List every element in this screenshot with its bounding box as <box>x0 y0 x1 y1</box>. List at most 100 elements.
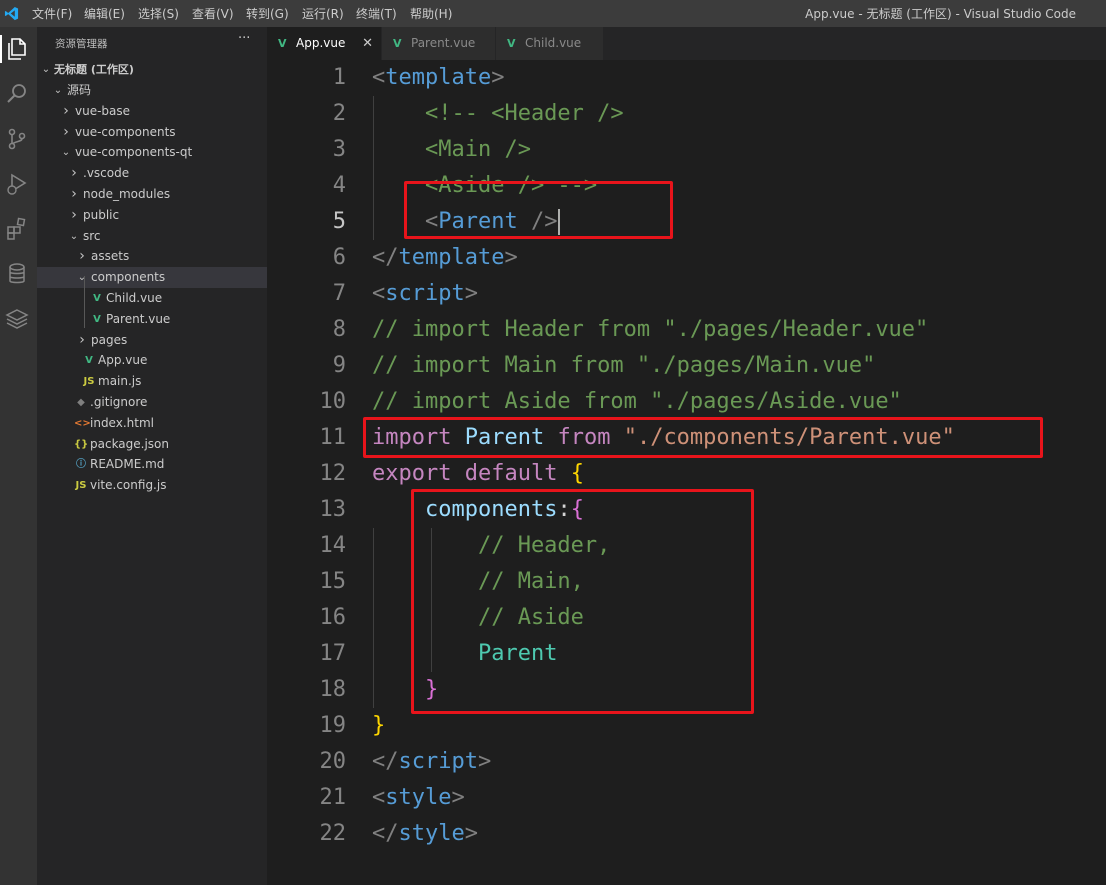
code-token: > <box>464 281 478 306</box>
code-token: < <box>372 281 386 306</box>
database-icon[interactable] <box>3 260 31 288</box>
line-number: 4 <box>332 173 346 198</box>
line-number: 17 <box>319 641 347 666</box>
chevron-right-icon: › <box>63 123 69 140</box>
line-number: 18 <box>319 677 347 702</box>
code-line[interactable]: <style> <box>372 780 465 816</box>
menu-file[interactable]: 文件(F) <box>32 5 72 22</box>
close-icon[interactable]: ✕ <box>362 27 373 60</box>
tab-app-vue[interactable]: V App.vue ✕ <box>267 27 382 60</box>
tab-parent-vue[interactable]: V Parent.vue <box>382 27 496 60</box>
tree-item[interactable]: ⌄ components <box>37 267 267 289</box>
chevron-right-icon: › <box>71 165 77 182</box>
tree-item[interactable]: ⌄ src <box>37 226 267 247</box>
code-line[interactable]: export default { <box>372 456 584 492</box>
tree-item-label: assets <box>91 249 130 264</box>
tree-item[interactable]: ◆ .gitignore <box>37 392 267 413</box>
tree-item[interactable]: ⌄ vue-components-qt <box>37 142 267 163</box>
code-token: > <box>504 245 518 270</box>
tree-item[interactable]: {} package.json <box>37 434 267 455</box>
code-token: > <box>477 749 492 774</box>
code-line[interactable]: } <box>372 708 385 744</box>
code-line[interactable]: </template> <box>372 240 518 276</box>
menu-go[interactable]: 转到(G) <box>246 5 289 22</box>
line-number: 21 <box>319 785 347 810</box>
tab-label: Parent.vue <box>411 36 476 50</box>
line-number: 1 <box>332 65 346 90</box>
tree-item-label: .gitignore <box>90 395 148 409</box>
tree-item[interactable]: V Child.vue <box>37 288 267 309</box>
explorer-icon[interactable] <box>3 35 31 63</box>
run-debug-icon[interactable] <box>3 170 31 198</box>
code-line[interactable]: </style> <box>372 816 478 852</box>
code-token: { <box>570 461 584 486</box>
line-number: 19 <box>319 713 347 738</box>
code-token: } <box>372 713 386 738</box>
tree-item[interactable]: <> index.html <box>37 413 267 434</box>
active-indicator <box>0 35 2 63</box>
chevron-down-icon: ⌄ <box>77 272 87 284</box>
tree-item[interactable]: ⓘ README.md <box>37 454 267 475</box>
tree-item-label: Parent.vue <box>106 311 171 326</box>
code-token: <!-- <Header /> <box>372 101 624 126</box>
highlight-box-import-line <box>363 417 1043 458</box>
activity-bar <box>0 27 37 885</box>
tree-item[interactable]: V Parent.vue <box>37 309 267 330</box>
explorer-sidebar: 资源管理器 ··· ⌄ 无标题 (工作区) ⌄ 源码 › vue-base › vue-c… <box>37 27 267 885</box>
tree-item[interactable]: JS main.js <box>37 371 267 392</box>
vue-file-icon: V <box>393 37 402 50</box>
chevron-right-icon: › <box>71 206 77 223</box>
tree-item[interactable]: › public <box>37 205 267 226</box>
tree-item[interactable]: › assets <box>37 246 267 267</box>
code-token: style <box>385 785 452 810</box>
more-actions-icon[interactable]: ··· <box>238 31 250 46</box>
vue-file-icon: V <box>278 37 287 50</box>
code-line[interactable]: // import Aside from "./pages/Aside.vue" <box>372 384 902 420</box>
tree-item-label: public <box>83 207 120 222</box>
workspace-header[interactable]: ⌄ 无标题 (工作区) <box>37 59 267 80</box>
workspace-name: 无标题 (工作区) <box>54 63 134 76</box>
chevron-right-icon: › <box>79 248 85 265</box>
json-file-icon: {} <box>74 438 89 450</box>
explorer-title: 资源管理器 <box>55 38 108 50</box>
tree-item[interactable]: › vue-base <box>37 101 267 122</box>
code-token: script <box>398 749 478 774</box>
source-control-icon[interactable] <box>3 125 31 153</box>
tree-item[interactable]: V App.vue <box>37 350 267 371</box>
code-line[interactable]: // import Header from "./pages/Header.vu… <box>372 312 928 348</box>
search-icon[interactable] <box>3 80 31 108</box>
menu-help[interactable]: 帮助(H) <box>410 5 452 22</box>
tree-item-label: src <box>83 228 101 243</box>
code-line[interactable]: // import Main from "./pages/Main.vue" <box>372 348 875 384</box>
code-line[interactable]: <script> <box>372 276 478 312</box>
line-number: 12 <box>319 461 347 486</box>
tree-item[interactable]: › pages <box>37 330 267 351</box>
tab-child-vue[interactable]: V Child.vue <box>496 27 604 60</box>
tree-item[interactable]: JS vite.config.js <box>37 475 267 496</box>
chevron-down-icon: ⌄ <box>41 64 51 75</box>
tree-item-label: pages <box>91 332 128 347</box>
tree-item-label: package.json <box>90 436 170 451</box>
line-number: 22 <box>319 821 347 846</box>
menu-edit[interactable]: 编辑(E) <box>84 5 125 22</box>
tree-item[interactable]: › .vscode <box>37 163 267 184</box>
js-file-icon: JS <box>75 480 87 492</box>
tree-item[interactable]: › vue-components <box>37 122 267 143</box>
menu-selection[interactable]: 选择(S) <box>138 5 179 22</box>
menu-run[interactable]: 运行(R) <box>302 5 344 22</box>
extensions-icon[interactable] <box>3 215 31 243</box>
code-line[interactable]: </script> <box>372 744 491 780</box>
code-editor[interactable]: 1 2 3 4 5 6 7 8 9 10 11 12 13 14 15 16 17 18 19 20 21 22 <tem… <box>267 60 1106 885</box>
code-line[interactable]: <Main /> <box>372 132 531 168</box>
line-number: 3 <box>332 137 346 162</box>
code-line[interactable]: <!-- <Header /> <box>372 96 624 132</box>
tree-item[interactable]: › node_modules <box>37 184 267 205</box>
tree-item[interactable]: ⌄ 源码 <box>37 80 267 101</box>
menu-view[interactable]: 查看(V) <box>192 5 234 22</box>
code-line[interactable]: <template> <box>372 60 504 96</box>
chevron-right-icon: › <box>79 331 85 348</box>
code-token: > <box>451 785 465 810</box>
layers-icon[interactable] <box>3 305 31 333</box>
menu-terminal[interactable]: 终端(T) <box>356 5 397 22</box>
title-bar: 文件(F) 编辑(E) 选择(S) 查看(V) 转到(G) 运行(R) 终端(T… <box>0 0 1106 27</box>
